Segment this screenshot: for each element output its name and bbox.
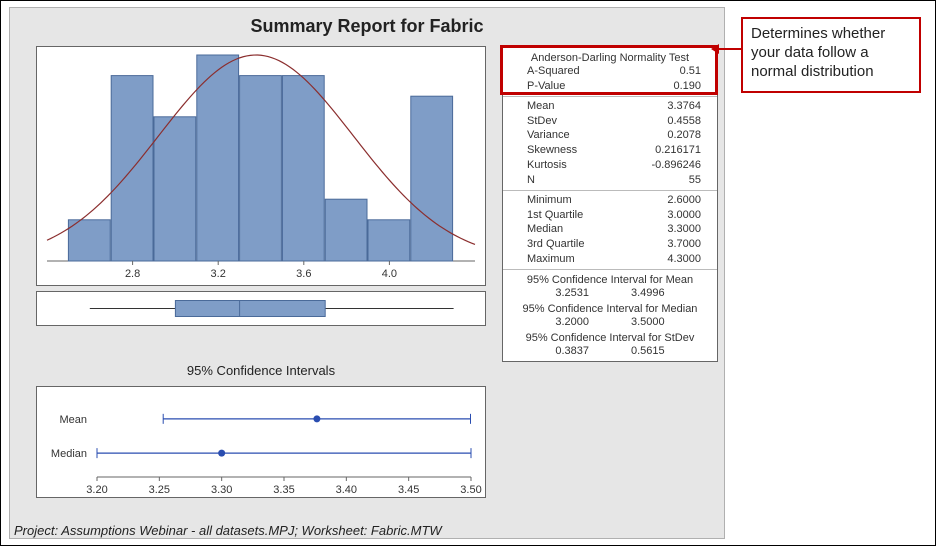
- ad-test-title: Anderson-Darling Normality Test: [509, 49, 711, 64]
- svg-text:3.50: 3.50: [460, 484, 481, 496]
- ci-mean-hi: 3.4996: [631, 286, 665, 301]
- q3-value: 3.7000: [641, 237, 711, 252]
- svg-text:3.40: 3.40: [336, 484, 357, 496]
- callout-arrow-icon: [717, 48, 741, 50]
- ci-stdev-hi: 0.5615: [631, 344, 665, 359]
- svg-text:3.35: 3.35: [273, 484, 294, 496]
- a-squared-value: 0.51: [641, 64, 711, 79]
- min-label: Minimum: [509, 193, 572, 208]
- svg-text:Median: Median: [51, 448, 87, 460]
- report-title: Summary Report for Fabric: [10, 16, 724, 37]
- callout-box: Determines whether your data follow a no…: [741, 17, 921, 93]
- max-value: 4.3000: [641, 252, 711, 267]
- q1-label: 1st Quartile: [509, 208, 583, 223]
- kurtosis-value: -0.896246: [641, 158, 711, 173]
- q1-value: 3.0000: [641, 208, 711, 223]
- median-label: Median: [509, 222, 563, 237]
- ci-stdev-label: 95% Confidence Interval for StDev: [509, 330, 711, 344]
- svg-text:3.6: 3.6: [296, 268, 311, 280]
- svg-text:2.8: 2.8: [125, 268, 140, 280]
- q3-label: 3rd Quartile: [509, 237, 584, 252]
- svg-text:4.0: 4.0: [382, 268, 397, 280]
- n-label: N: [509, 173, 535, 188]
- ci-mean-lo: 3.2531: [555, 286, 589, 301]
- svg-text:3.30: 3.30: [211, 484, 232, 496]
- boxplot-chart: [36, 291, 486, 326]
- svg-text:Mean: Mean: [59, 414, 87, 426]
- n-value: 55: [641, 173, 711, 188]
- ci-median-hi: 3.5000: [631, 315, 665, 330]
- mean-label: Mean: [509, 99, 555, 114]
- a-squared-label: A-Squared: [509, 64, 580, 79]
- report-panel: Summary Report for Fabric 2.8 3.2 3.6 4.0 9…: [9, 7, 725, 539]
- ci-median-lo: 3.2000: [555, 315, 589, 330]
- svg-text:3.45: 3.45: [398, 484, 419, 496]
- ci-median-label: 95% Confidence Interval for Median: [509, 301, 711, 315]
- mean-value: 3.3764: [641, 99, 711, 114]
- svg-text:3.20: 3.20: [86, 484, 107, 496]
- variance-value: 0.2078: [641, 128, 711, 143]
- stats-panel: Anderson-Darling Normality Test A-Square…: [502, 46, 718, 362]
- median-value: 3.3000: [641, 222, 711, 237]
- skewness-value: 0.216171: [641, 143, 711, 158]
- stdev-value: 0.4558: [641, 114, 711, 129]
- min-value: 2.6000: [641, 193, 711, 208]
- ci-plot-title: 95% Confidence Intervals: [36, 363, 486, 378]
- ci-plot: Mean Median 3.20 3.25 3.30 3.35 3.40 3.45 3.50: [36, 386, 486, 498]
- histogram-chart: 2.8 3.2 3.6 4.0: [36, 46, 486, 286]
- p-value: 0.190: [641, 79, 711, 94]
- ci-mean-label: 95% Confidence Interval for Mean: [509, 272, 711, 286]
- skewness-label: Skewness: [509, 143, 577, 158]
- stdev-label: StDev: [509, 114, 557, 129]
- p-value-label: P-Value: [509, 79, 565, 94]
- svg-text:3.25: 3.25: [149, 484, 170, 496]
- outer-frame: Summary Report for Fabric 2.8 3.2 3.6 4.0 9…: [0, 0, 936, 546]
- ci-stdev-lo: 0.3837: [555, 344, 589, 359]
- variance-label: Variance: [509, 128, 570, 143]
- svg-text:3.2: 3.2: [211, 268, 226, 280]
- footer-source: Project: Assumptions Webinar - all datas…: [14, 523, 442, 538]
- max-label: Maximum: [509, 252, 575, 267]
- kurtosis-label: Kurtosis: [509, 158, 567, 173]
